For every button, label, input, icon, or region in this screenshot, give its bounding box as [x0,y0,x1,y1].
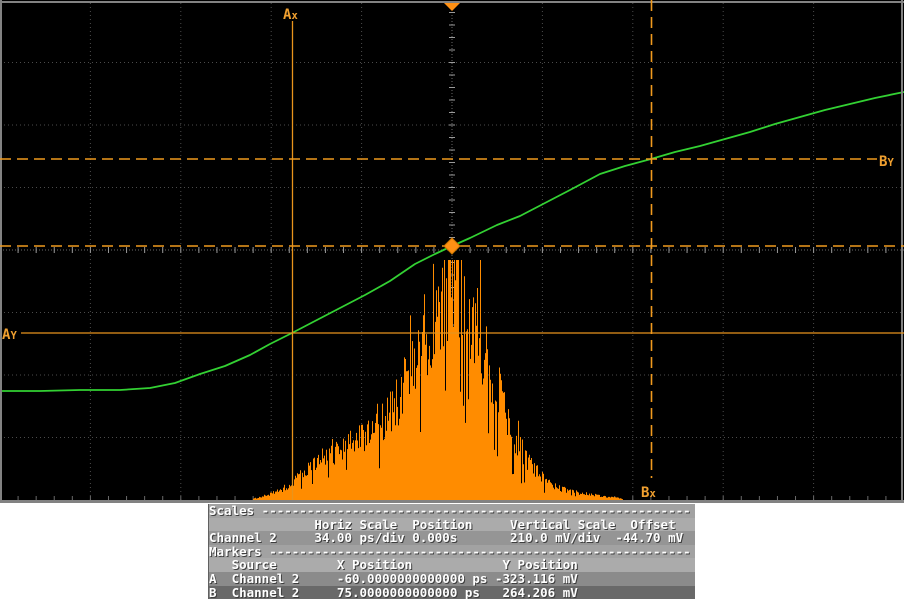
grid-border-bottom [0,500,904,503]
time-reference-triangle-icon[interactable] [444,3,460,11]
marker-ax-label: Ax [283,7,298,23]
graticule-canvas: Ax AY Bx BY [0,0,904,503]
marker-a-row[interactable]: A Channel 2 -60.0000000000000 ps -323.11… [209,572,695,586]
marker-ay-label: AY [2,327,17,343]
grid-border-right [901,0,903,503]
channel-2-scales-row[interactable]: Channel 2 34.00 ps/div 0.000s 210.0 mV/d… [209,531,695,545]
marker-by-label: BY [879,154,894,170]
oscilloscope-screen: Ax AY Bx BY Scales ------------------------… [0,0,904,600]
grid-border-left [0,0,2,503]
markers-column-headers: Source X Position Y Position [209,558,695,572]
marker-b-row[interactable]: B Channel 2 75.0000000000000 ps 264.206 … [209,586,695,600]
markers-section-header: Markers --------------------------------… [209,545,695,559]
scales-section-header: Scales ---------------------------------… [209,504,695,518]
waveform-display: Ax AY Bx BY [0,0,904,503]
time-histogram [254,260,623,500]
measurement-readout-panel: Scales ---------------------------------… [208,504,695,599]
scales-column-headers: Horiz Scale Position Vertical Scale Offs… [209,518,695,532]
marker-bx-label: Bx [641,485,656,501]
trace-diamond-marker-icon[interactable] [444,238,460,254]
